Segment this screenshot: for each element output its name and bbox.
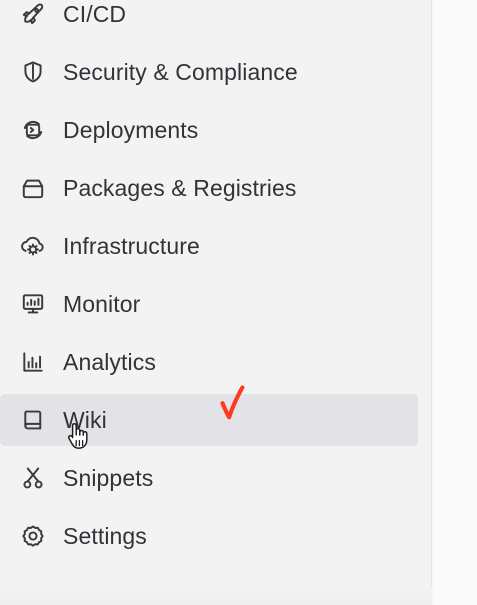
sidebar-item-infrastructure[interactable]: Infrastructure xyxy=(0,217,432,275)
red-check-mark-icon xyxy=(220,385,245,420)
deployments-icon xyxy=(18,115,48,145)
sidebar-item-packages-registries[interactable]: Packages & Registries xyxy=(0,159,432,217)
gear-icon xyxy=(18,521,48,551)
main-content-edge xyxy=(433,0,477,605)
sidebar-item-label: Deployments xyxy=(63,117,199,143)
sidebar-item-settings[interactable]: Settings xyxy=(0,507,432,565)
sidebar-item-label: Settings xyxy=(63,523,147,549)
sidebar-item-label: CI/CD xyxy=(63,1,127,27)
package-icon xyxy=(18,173,48,203)
sidebar-item-label: Infrastructure xyxy=(63,233,200,259)
hand-cursor-icon xyxy=(68,423,88,449)
monitor-icon xyxy=(18,289,48,319)
book-icon xyxy=(18,405,48,435)
sidebar-item-label: Monitor xyxy=(63,291,141,317)
sidebar-item-wiki[interactable]: Wiki xyxy=(0,391,432,449)
sidebar-item-label: Packages & Registries xyxy=(63,175,297,201)
rocket-icon xyxy=(18,0,48,29)
sidebar-item-deployments[interactable]: Deployments xyxy=(0,101,432,159)
analytics-icon xyxy=(18,347,48,377)
sidebar-item-label: Security & Compliance xyxy=(63,59,298,85)
sidebar-item-analytics[interactable]: Analytics xyxy=(0,333,432,391)
sidebar-item-snippets[interactable]: Snippets xyxy=(0,449,432,507)
project-sidebar: CI/CD Security & Compliance Deployments … xyxy=(0,0,432,605)
sidebar-item-monitor[interactable]: Monitor xyxy=(0,275,432,333)
sidebar-item-label: Snippets xyxy=(63,465,154,491)
screenshot-frame: CI/CD Security & Compliance Deployments … xyxy=(0,0,477,605)
sidebar-item-label: Analytics xyxy=(63,349,156,375)
sidebar-item-ci-cd[interactable]: CI/CD xyxy=(0,0,432,43)
scissors-icon xyxy=(18,463,48,493)
shield-icon xyxy=(18,57,48,87)
infrastructure-icon xyxy=(18,231,48,261)
sidebar-item-security-compliance[interactable]: Security & Compliance xyxy=(0,43,432,101)
sidebar-bottom-edge xyxy=(0,587,432,605)
sidebar-navigation: CI/CD Security & Compliance Deployments … xyxy=(0,0,432,565)
